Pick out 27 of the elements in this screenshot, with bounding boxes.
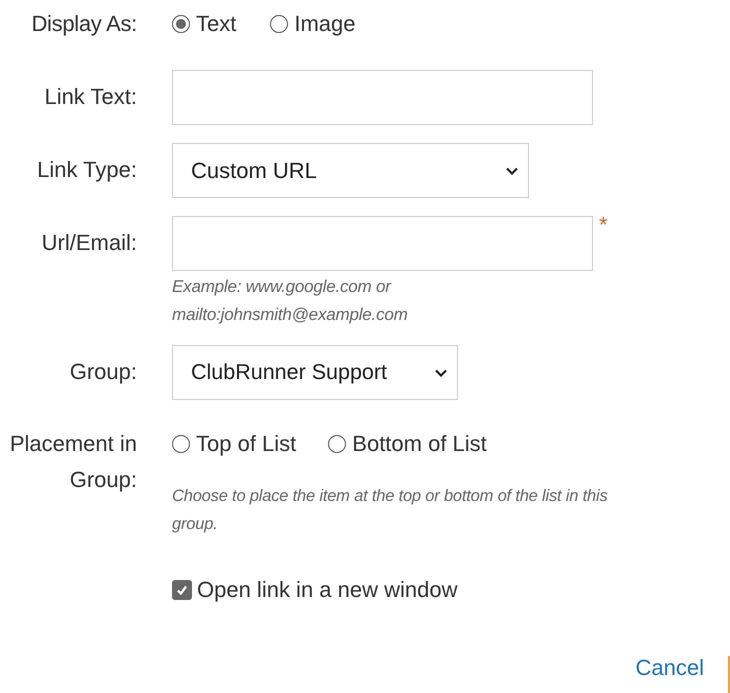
radio-icon[interactable] (328, 435, 346, 453)
radio-option[interactable]: Top of List (172, 426, 296, 462)
dropdown[interactable]: ClubRunner Support (172, 345, 458, 400)
radio-icon[interactable] (172, 15, 190, 33)
field-label: Link Type: (37, 157, 137, 182)
checkbox[interactable] (172, 580, 192, 600)
radio-option[interactable]: Text (172, 11, 236, 37)
input-field[interactable] (172, 216, 593, 271)
checkbox-option[interactable]: Open link in a new window (172, 572, 730, 608)
dropdown[interactable]: Custom URL (172, 143, 529, 198)
chevron-down-icon (435, 369, 447, 377)
input-field[interactable] (172, 70, 593, 125)
field-label: Url/Email: (42, 230, 137, 255)
field-label: Group: (70, 359, 137, 384)
cancel-link[interactable]: Cancel (636, 655, 704, 681)
hint-text: Example: www.google.com or mailto:johnsmith@example.com (172, 276, 409, 326)
field-label: Placement in Group: (8, 430, 137, 494)
radio-option[interactable]: Image (270, 11, 356, 37)
radio-option[interactable]: Bottom of List (328, 426, 487, 462)
check-icon (175, 583, 189, 597)
required-mark: * (599, 214, 608, 236)
radio-icon[interactable] (270, 15, 288, 33)
hint-text: Choose to place the item at the top or bottom of the list in this group. (172, 486, 608, 535)
chevron-down-icon (506, 167, 518, 175)
radio-icon[interactable] (172, 435, 190, 453)
field-label: Display As: (31, 11, 137, 36)
field-label: Link Text: (44, 84, 137, 109)
